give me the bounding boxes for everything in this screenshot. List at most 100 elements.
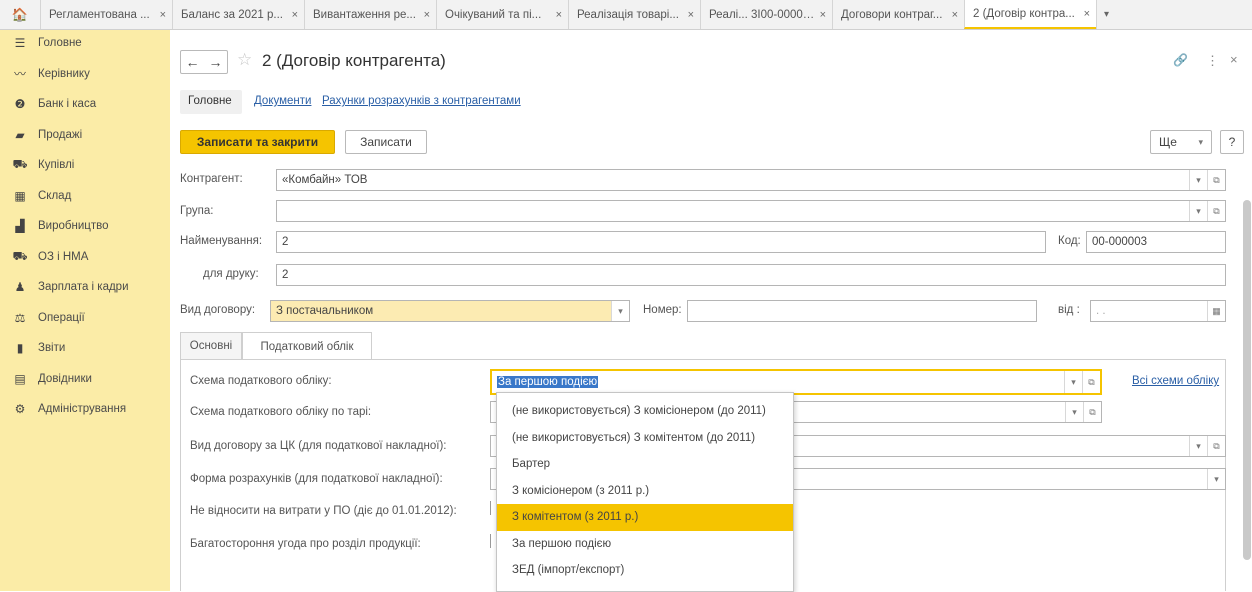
name-label: Найменування: (180, 235, 263, 247)
close-tab-icon[interactable]: × (952, 9, 958, 21)
contract-type-select[interactable]: З постачальником ▾ (270, 300, 630, 322)
tax-scheme-label: Схема податкового обліку: (190, 375, 332, 387)
window-tab[interactable]: Реалізація товарі... × (568, 0, 700, 29)
chevron-down-icon[interactable]: ▾ (1189, 170, 1207, 190)
close-tab-icon[interactable]: × (424, 9, 430, 21)
dropdown-option[interactable]: (не використовується) З комісіонером (до… (497, 398, 793, 425)
date-label: від : (1058, 304, 1080, 316)
open-item-icon[interactable]: ⧉ (1082, 371, 1100, 393)
sidebar-item[interactable]: ⛟ Купівлі (0, 150, 170, 181)
number-label: Номер: (643, 304, 682, 316)
number-field[interactable] (687, 300, 1037, 322)
warehouse-icon: ▦ (14, 188, 26, 203)
tab-documents[interactable]: Документи (254, 95, 311, 107)
sidebar-item[interactable]: ❷ Банк і каса (0, 89, 170, 120)
contract-type-label: Вид договору: (180, 304, 256, 316)
close-tab-icon[interactable]: × (688, 9, 694, 21)
chevron-down-icon[interactable]: ▾ (1207, 469, 1225, 489)
sidebar-item-label: Купівлі (38, 159, 75, 172)
window-tab-label: 2 (Договір контра... (973, 7, 1075, 20)
forward-arrow-icon[interactable]: → (209, 54, 223, 70)
sidebar-item[interactable]: ▟ Виробництво (0, 211, 170, 242)
window-tab[interactable]: Вивантаження ре... × (304, 0, 436, 29)
close-tab-icon[interactable]: × (1084, 8, 1090, 20)
save-button[interactable]: Записати (345, 130, 427, 154)
counterparty-field[interactable]: «Комбайн» ТОВ ▾ ⧉ (276, 169, 1226, 191)
sidebar-item-label: Продажі (38, 128, 83, 141)
bar-chart-icon: ▮ (16, 341, 24, 356)
date-field[interactable]: . . ▦ (1090, 300, 1226, 322)
open-item-icon[interactable]: ⧉ (1083, 402, 1101, 422)
sidebar-item-label: Головне (38, 37, 82, 50)
tabs-menu-chevron-icon[interactable]: ▾ (1096, 0, 1116, 29)
tab-accounts[interactable]: Рахунки розрахунків з контрагентами (322, 95, 521, 107)
sidebar-item[interactable]: ⛟ ОЗ і НМА (0, 242, 170, 273)
window-tab-bar: 🏠 Регламентована ... × Баланс за 2021 р...… (0, 0, 1252, 30)
window-tab[interactable]: Регламентована ... × (40, 0, 172, 29)
open-item-icon[interactable]: ⧉ (1207, 170, 1225, 190)
sidebar-item[interactable]: ▮ Звіти (0, 333, 170, 364)
sidebar-item[interactable]: 〰 Керівнику (0, 59, 170, 90)
group-label: Група: (180, 205, 214, 217)
tab-tax-accounting[interactable]: Податковий облік (242, 332, 372, 360)
window-tab[interactable]: 2 (Договір контра... × (964, 0, 1096, 29)
dropdown-option[interactable]: (не використовується) З комітентом (до 2… (497, 425, 793, 452)
all-schemes-link[interactable]: Всі схеми обліку (1132, 375, 1219, 387)
save-and-close-button[interactable]: Записати та закрити (180, 130, 335, 154)
link-icon[interactable]: 🔗 (1173, 53, 1188, 67)
help-button[interactable]: ? (1220, 130, 1244, 154)
tare-scheme-label: Схема податкового обліку по тарі: (190, 406, 372, 418)
window-tab-label: Реалізація товарі... (577, 8, 679, 21)
chevron-down-icon[interactable]: ▾ (611, 301, 629, 321)
code-field[interactable]: 00-000003 (1086, 231, 1226, 253)
calendar-icon[interactable]: ▦ (1207, 301, 1225, 321)
tab-basic[interactable]: Основні (180, 332, 242, 359)
back-arrow-icon[interactable]: ← (186, 54, 200, 70)
scrollbar[interactable] (1242, 170, 1252, 591)
sidebar-item-label: Довідники (38, 372, 92, 385)
window-tab[interactable]: Реалі... 3І00-000002 × (700, 0, 832, 29)
tab-main[interactable]: Головне (188, 95, 232, 107)
ck-contract-type-label: Вид договору за ЦК (для податкової накла… (190, 440, 447, 452)
sidebar-item-label: Звіти (38, 342, 66, 355)
sidebar-item[interactable]: ▤ Довідники (0, 364, 170, 395)
open-item-icon[interactable]: ⧉ (1207, 201, 1225, 221)
sidebar-item[interactable]: ▦ Склад (0, 181, 170, 212)
chevron-down-icon[interactable]: ▾ (1065, 402, 1083, 422)
group-field[interactable]: ▾ ⧉ (276, 200, 1226, 222)
more-icon[interactable]: ⋮ (1206, 53, 1219, 69)
truck-icon: ⛟ (12, 248, 28, 263)
dropdown-option[interactable]: З комісіонером (з 2011 р.) (497, 478, 793, 505)
favorite-star-icon[interactable]: ☆ (237, 50, 252, 70)
close-tab-icon[interactable]: × (160, 9, 166, 21)
sidebar-item[interactable]: ▰ Продажі (0, 120, 170, 151)
close-tab-icon[interactable]: × (556, 9, 562, 21)
window-tab[interactable]: Очікуваний та пі... × (436, 0, 568, 29)
close-icon[interactable]: × (1230, 52, 1238, 67)
sidebar-item[interactable]: ♟ Зарплата і кадри (0, 272, 170, 303)
close-tab-icon[interactable]: × (820, 9, 826, 21)
operations-icon: ⚖ (14, 310, 26, 325)
home-icon[interactable]: 🏠 (0, 0, 40, 29)
sidebar-item-label: Банк і каса (38, 98, 97, 111)
sidebar-item[interactable]: ⚖ Операції (0, 303, 170, 334)
close-tab-icon[interactable]: × (292, 9, 298, 21)
window-tab[interactable]: Договори контраг... × (832, 0, 964, 29)
dropdown-option[interactable]: З комітентом (з 2011 р.) (497, 504, 793, 531)
sidebar-item[interactable]: ☰ Головне (0, 28, 170, 59)
chevron-down-icon[interactable]: ▾ (1189, 201, 1207, 221)
scrollbar-thumb[interactable] (1243, 200, 1251, 560)
dropdown-option[interactable]: За першою подією (497, 531, 793, 558)
print-name-field[interactable]: 2 (276, 264, 1226, 286)
window-tab[interactable]: Баланс за 2021 р... × (172, 0, 304, 29)
chevron-down-icon[interactable]: ▾ (1189, 436, 1207, 456)
print-name-value: 2 (282, 269, 289, 281)
open-item-icon[interactable]: ⧉ (1207, 436, 1225, 456)
chevron-down-icon[interactable]: ▾ (1064, 371, 1082, 393)
dropdown-option[interactable]: ЗЕД (імпорт/експорт) (497, 557, 793, 584)
more-actions-button[interactable]: Ще ▾ (1150, 130, 1212, 154)
dropdown-option[interactable]: Бартер (497, 451, 793, 478)
nav-buttons: ← → (180, 50, 228, 74)
sidebar-item[interactable]: ⚙ Адміністрування (0, 394, 170, 425)
name-field[interactable]: 2 (276, 231, 1046, 253)
